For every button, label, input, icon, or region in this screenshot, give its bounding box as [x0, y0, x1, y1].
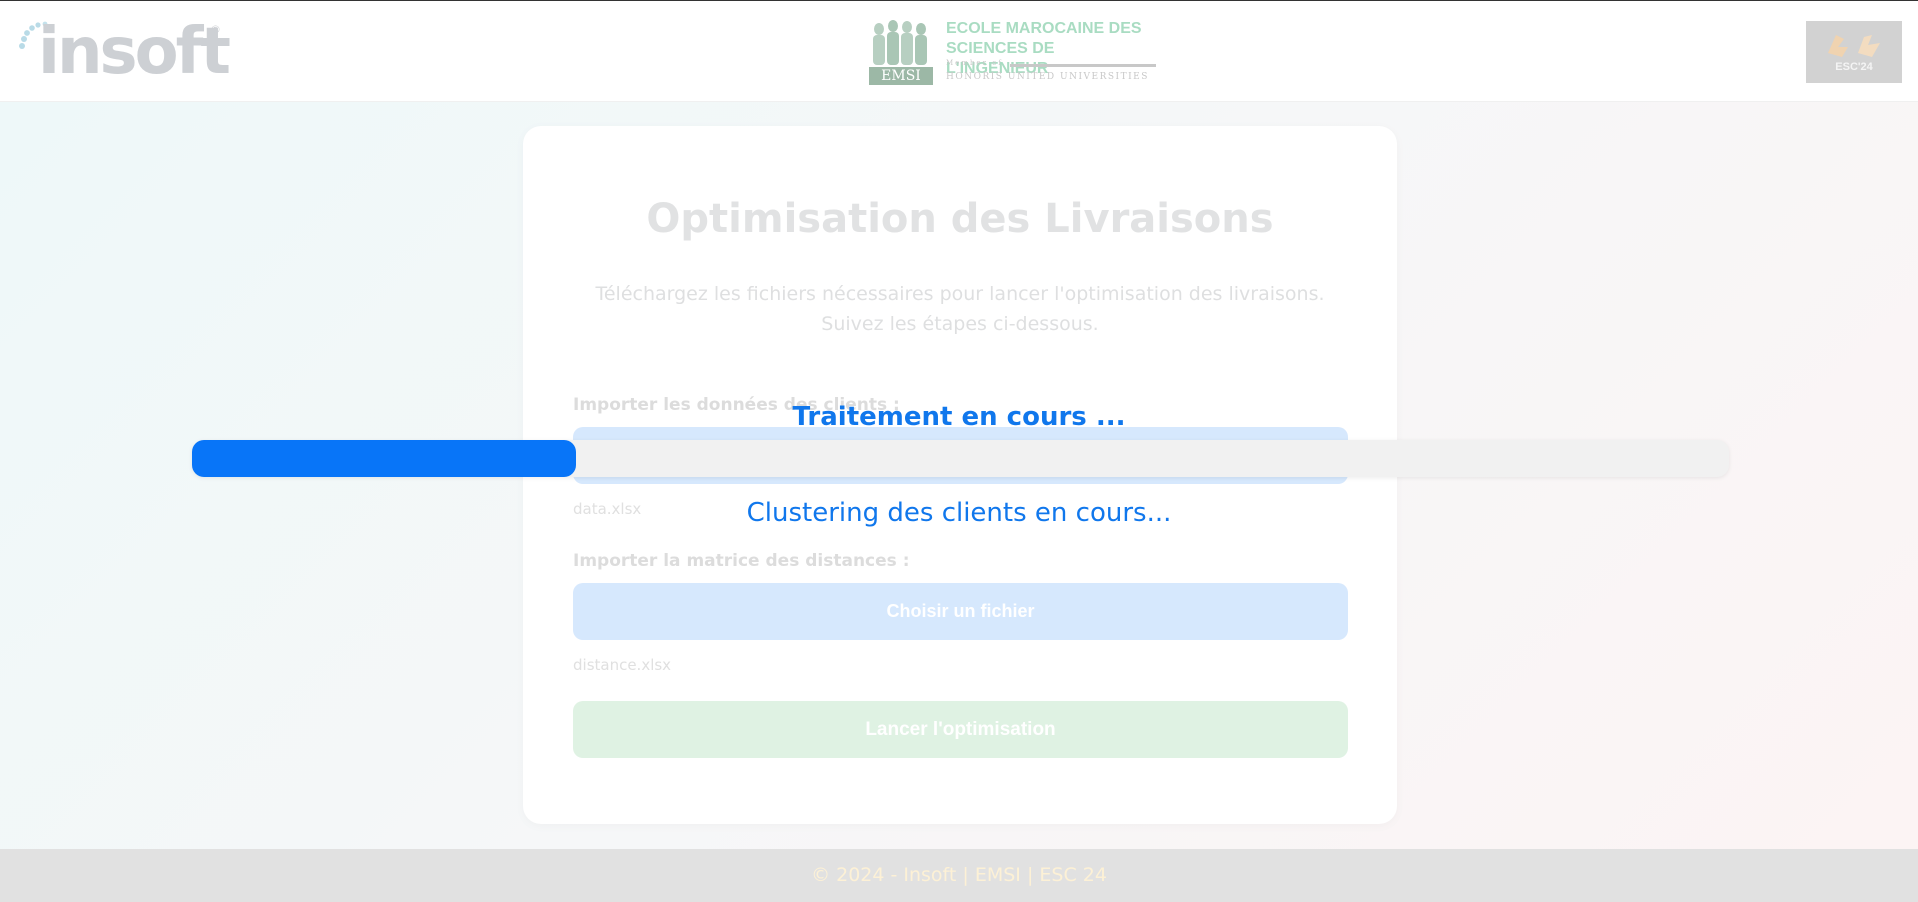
processing-status: Clustering des clients en cours...	[746, 498, 1172, 528]
progress-bar	[192, 440, 1729, 477]
processing-title: Traitement en cours ...	[792, 402, 1126, 432]
progress-bar-fill	[192, 440, 577, 477]
processing-overlay: Traitement en cours ... Clustering des c…	[0, 0, 1918, 902]
